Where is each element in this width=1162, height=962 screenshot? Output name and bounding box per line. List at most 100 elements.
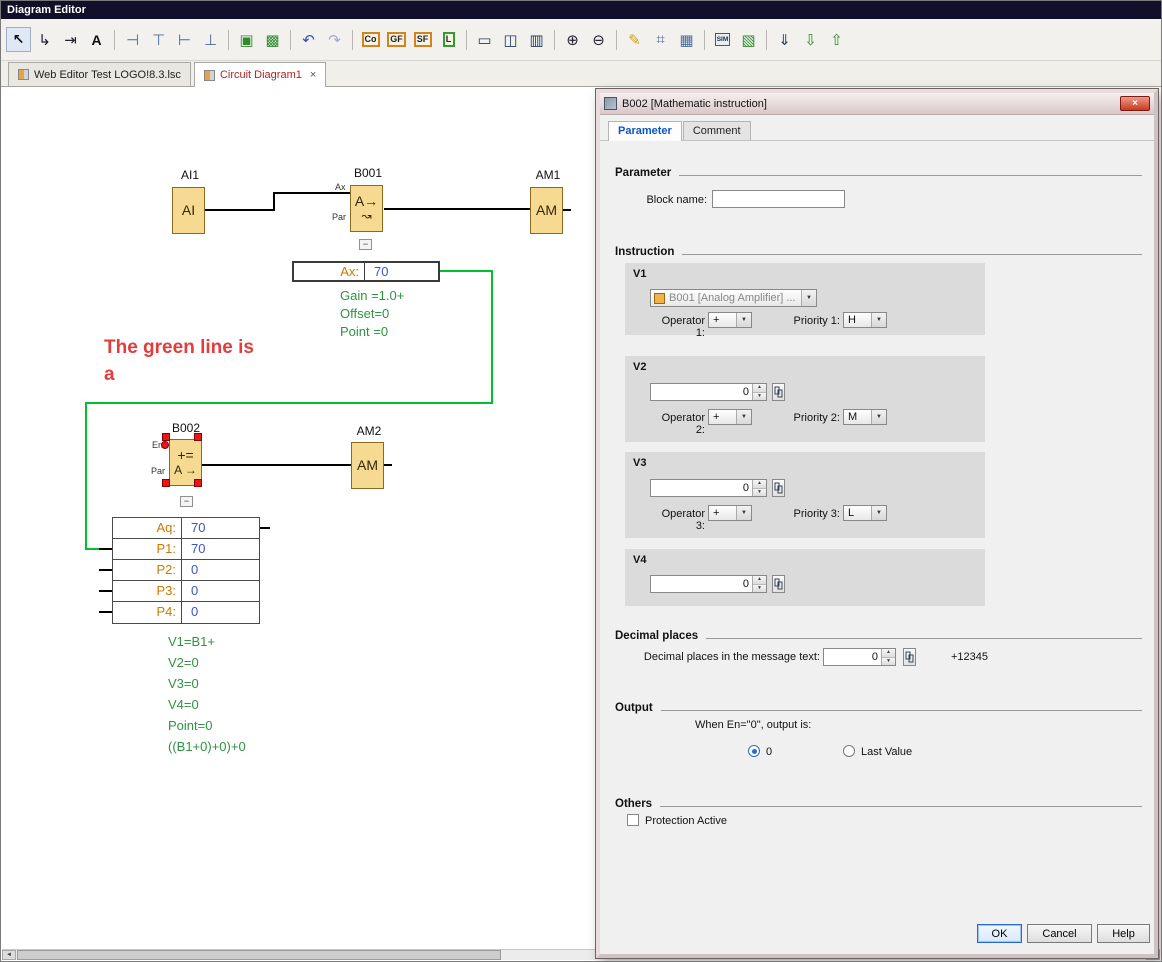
collapse-toggle-b002[interactable]: − <box>180 496 193 507</box>
selection-handle-tr[interactable] <box>194 433 202 441</box>
v4-reference-button[interactable] <box>772 575 785 593</box>
block-am1[interactable]: AM <box>530 187 563 234</box>
output-zero-radio[interactable] <box>748 745 760 757</box>
pin-label-par-b002: Par <box>151 466 165 476</box>
window-titlebar: Diagram Editor <box>1 1 1161 19</box>
collapse-toggle-b001[interactable]: − <box>359 239 372 250</box>
priority1-combo[interactable]: H ▼ <box>843 312 887 328</box>
tab-parameter[interactable]: Parameter <box>608 121 682 141</box>
tab-web-editor-test[interactable]: Web Editor Test LOGO!8.3.lsc <box>8 62 191 86</box>
v3-value-spinner[interactable]: 0 ▲▼ <box>650 479 767 497</box>
window-title: Diagram Editor <box>7 4 86 16</box>
spin-up-icon[interactable]: ▲ <box>753 384 766 393</box>
v4-value-spinner[interactable]: 0 ▲▼ <box>650 575 767 593</box>
table-row-aq[interactable]: Aq:70 <box>113 518 259 539</box>
operator2-combo[interactable]: + ▼ <box>708 409 752 425</box>
online-test-button[interactable]: ▧ <box>736 27 761 52</box>
priority2-combo[interactable]: M ▼ <box>843 409 887 425</box>
operator3-combo[interactable]: + ▼ <box>708 505 752 521</box>
tab-comment[interactable]: Comment <box>683 121 751 140</box>
wire-ai1-b001[interactable] <box>205 193 350 210</box>
spin-up-icon[interactable]: ▲ <box>753 576 766 585</box>
diagram-tab-icon <box>18 69 29 80</box>
selection-handle-bl[interactable] <box>162 479 170 487</box>
table-row-p1[interactable]: P1:70 <box>113 539 259 560</box>
spin-down-icon[interactable]: ▼ <box>753 393 766 401</box>
spin-up-icon[interactable]: ▲ <box>882 649 895 658</box>
special-functions-button[interactable]: SF <box>410 27 435 52</box>
spin-down-icon[interactable]: ▼ <box>882 658 895 666</box>
tab-circuit-diagram1[interactable]: Circuit Diagram1 × <box>194 62 326 87</box>
table-row-p4[interactable]: P4:0 <box>113 602 259 623</box>
v2-reference-button[interactable] <box>772 383 785 401</box>
ok-button[interactable]: OK <box>977 924 1022 943</box>
decimal-places-spinner[interactable]: 0 ▲▼ <box>823 648 896 666</box>
distribute-horizontal-button[interactable]: ⊢ <box>172 27 197 52</box>
logo-to-pc-button[interactable]: ⇧ <box>824 27 849 52</box>
priority3-combo[interactable]: L ▼ <box>843 505 887 521</box>
protection-active-label[interactable]: Protection Active <box>645 815 727 827</box>
spin-down-icon[interactable]: ▼ <box>753 489 766 497</box>
edit-comment-button[interactable]: ✎ <box>622 27 647 52</box>
text-tool-button[interactable]: A <box>84 27 109 52</box>
zoom-out-button[interactable]: ⊖ <box>586 27 611 52</box>
help-button[interactable]: Help <box>1097 924 1150 943</box>
align-top-button[interactable]: ⊤ <box>146 27 171 52</box>
decimal-reference-button[interactable] <box>903 648 916 666</box>
operator1-combo[interactable]: + ▼ <box>708 312 752 328</box>
block-name-input[interactable] <box>712 190 845 208</box>
window-split-3-button[interactable]: ▥ <box>524 27 549 52</box>
spin-down-icon[interactable]: ▼ <box>753 585 766 593</box>
block-am2[interactable]: AM <box>351 442 384 489</box>
window-split-2-button[interactable]: ◫ <box>498 27 523 52</box>
v2-value-spinner[interactable]: 0 ▲▼ <box>650 383 767 401</box>
green-reference-wire[interactable] <box>86 271 492 549</box>
dialog-close-button[interactable]: × <box>1120 96 1150 111</box>
output-lastvalue-radio[interactable] <box>843 745 855 757</box>
redo-button[interactable]: ↷ <box>322 27 347 52</box>
tab-close-icon[interactable]: × <box>310 69 316 81</box>
basic-functions-button[interactable]: GF <box>384 27 409 52</box>
window-single-button[interactable]: ▭ <box>472 27 497 52</box>
canvas-annotation[interactable]: The green line is a <box>104 334 254 388</box>
selection-handle-br[interactable] <box>194 479 202 487</box>
spin-up-icon[interactable]: ▲ <box>753 480 766 489</box>
scroll-left-arrow[interactable]: ◄ <box>2 950 16 960</box>
block-ai1[interactable]: AI <box>172 187 205 234</box>
output-zero-label[interactable]: 0 <box>766 746 772 758</box>
bring-to-front-button[interactable]: ▣ <box>234 27 259 52</box>
block-numbering-icon: ⌗ <box>656 31 664 48</box>
send-to-back-button[interactable]: ▩ <box>260 27 285 52</box>
zoom-in-button[interactable]: ⊕ <box>560 27 585 52</box>
formula-v2: V2=0 <box>168 655 246 676</box>
v1-title: V1 <box>633 268 646 280</box>
select-tool-button[interactable]: ↖ <box>6 27 31 52</box>
table-row-p3[interactable]: P3:0 <box>113 581 259 602</box>
output-lastvalue-label[interactable]: Last Value <box>861 746 912 758</box>
row-value: 70 <box>182 518 259 538</box>
simulation-button[interactable]: SIM <box>710 27 735 52</box>
cancel-button[interactable]: Cancel <box>1027 924 1092 943</box>
logic-button[interactable]: L <box>436 27 461 52</box>
distribute-vertical-button[interactable]: ⊥ <box>198 27 223 52</box>
block-b001[interactable]: A→ ↝ <box>350 185 383 232</box>
table-row-p2[interactable]: P2:0 <box>113 560 259 581</box>
transfer-button[interactable]: ⇓ <box>772 27 797 52</box>
scrollbar-thumb[interactable] <box>17 950 501 960</box>
block-numbering-button[interactable]: ⌗ <box>648 27 673 52</box>
b002-parameter-table[interactable]: Aq:70 P1:70 P2:0 P3:0 P4:0 <box>112 517 260 624</box>
connector-tool-button[interactable]: ↳ <box>32 27 57 52</box>
pc-to-logo-button[interactable]: ⇩ <box>798 27 823 52</box>
constants-button[interactable]: Co <box>358 27 383 52</box>
branch-tool-button[interactable]: ⇥ <box>58 27 83 52</box>
v3-reference-button[interactable] <box>772 479 785 497</box>
undo-button[interactable]: ↶ <box>296 27 321 52</box>
protection-active-checkbox[interactable] <box>627 814 639 826</box>
align-left-button[interactable]: ⊣ <box>120 27 145 52</box>
dialog-titlebar[interactable]: B002 [Mathematic instruction] × <box>600 93 1154 115</box>
selection-handle-tl[interactable] <box>162 433 170 441</box>
grid-button[interactable]: ▦ <box>674 27 699 52</box>
decimal-places-value: 0 <box>824 649 881 665</box>
ax-parameter-box[interactable]: Ax: 70 <box>292 261 440 282</box>
v1-reference-combo[interactable]: B001 [Analog Amplifier] ... ▼ <box>650 289 817 307</box>
